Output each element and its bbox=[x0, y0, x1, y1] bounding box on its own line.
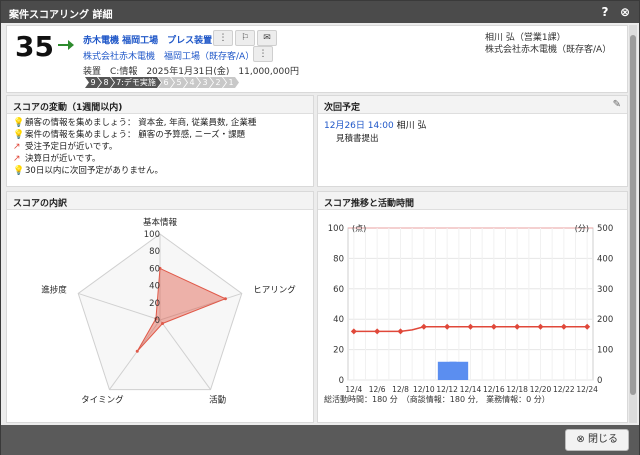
next-schedule-title: 次回予定 bbox=[318, 96, 627, 114]
score-trend-panel: スコア推移と活動時間 100 500 80 400 60 300 40 200 20 100 0 0(… bbox=[317, 191, 628, 423]
next-schedule-panel: 次回予定 ✎ 12月26日 14:00 相川 弘 見積書提出 bbox=[317, 95, 628, 187]
product-info: 装置 C:情報 2025年1月31日(金) 11,000,000円 bbox=[83, 67, 299, 77]
right-tick-label: 100 bbox=[597, 346, 613, 356]
deal-name-link[interactable]: 赤木電機 福岡工場 プレス装置 bbox=[83, 33, 212, 46]
score-change-item: 💡 顧客の情報を集めましょう： 資本金, 年商, 従業員数, 企業種 bbox=[13, 118, 257, 128]
edit-pencil-icon[interactable]: ✎ bbox=[613, 99, 621, 110]
x-tick-label: 12/12 bbox=[436, 385, 458, 394]
mail-icon[interactable]: ✉ bbox=[257, 30, 277, 46]
scrollbar-thumb[interactable] bbox=[630, 35, 636, 395]
score-change-item: ↗ 決算日が近いです。 bbox=[13, 154, 101, 164]
dialog-footer: ⊗ 閉じる bbox=[1, 425, 639, 455]
score-change-item: ↗ 受注予定日が近いです。 bbox=[13, 142, 118, 152]
owner-company: 株式会社赤木電機（既存客/A） bbox=[485, 45, 612, 55]
x-tick-label: 12/16 bbox=[483, 385, 505, 394]
score-change-item: 💡 案件の情報を集めましょう： 顧客の予算感, ニーズ・課題 bbox=[13, 130, 246, 140]
x-tick-label: 12/14 bbox=[460, 385, 482, 394]
left-tick-label: 80 bbox=[333, 254, 344, 264]
close-button[interactable]: ⊗ 閉じる bbox=[565, 429, 629, 451]
trend-chart: 100 50080 40060 30040 20020 1000 0(点) (分)12/4 12… bbox=[328, 224, 613, 394]
dialog-content: 35 赤木電機 福岡工場 プレス装置 ⋮ ⚐ ✉ 株式会社赤木電機 福岡工場（既… bbox=[6, 25, 628, 423]
left-tick-label: 0 bbox=[339, 376, 344, 386]
lightbulb-icon: 💡 bbox=[13, 166, 25, 176]
radar-axis-label: ヒアリング bbox=[253, 285, 296, 296]
x-tick-label: 12/6 bbox=[369, 385, 386, 394]
stage-9: 9 bbox=[85, 77, 101, 88]
trend-arrow-icon: ↗ bbox=[13, 154, 21, 164]
radar-chart: 100 80 60 40 20 0 基本情報ヒアリング活動 タイミング 進捗度 bbox=[41, 217, 296, 405]
radar-tick-label: 100 bbox=[144, 230, 160, 240]
schedule-date[interactable]: 12月26日 14:00 bbox=[324, 121, 394, 131]
radar-tick-label: 0 bbox=[155, 316, 160, 326]
right-unit-label: (分) bbox=[575, 224, 589, 233]
score-changes-panel: スコアの変動（1週間以内) 💡 顧客の情報を集めましょう： 資本金, 年商, 従業… bbox=[6, 95, 314, 187]
x-tick-label: 12/22 bbox=[553, 385, 575, 394]
score-trend-title: スコア推移と活動時間 bbox=[318, 192, 627, 210]
activity-bar-12/13 bbox=[449, 361, 469, 380]
scoring-dialog: 案件スコアリング 詳細 ? ⊗ 35 赤木電機 福岡工場 プレス装置 ⋮ ⚐ ✉… bbox=[0, 0, 640, 455]
x-tick-label: 12/4 bbox=[345, 385, 362, 394]
radar-tick-label: 40 bbox=[149, 282, 160, 292]
right-tick-label: 400 bbox=[597, 254, 613, 264]
right-tick-label: 300 bbox=[597, 285, 613, 295]
trend-arrow-icon: ↗ bbox=[13, 142, 21, 152]
radar-axis-label: 進捗度 bbox=[41, 285, 67, 296]
radar-tick-label: 80 bbox=[149, 247, 160, 257]
score-breakdown-title: スコアの内訳 bbox=[7, 192, 313, 210]
left-tick-label: 60 bbox=[333, 285, 344, 295]
radar-axis-label: 基本情報 bbox=[143, 217, 178, 228]
schedule-task: 見積書提出 bbox=[336, 134, 379, 144]
x-tick-label: 12/18 bbox=[506, 385, 528, 394]
radar-point-3 bbox=[135, 349, 139, 353]
more-menu-icon[interactable]: ⋮ bbox=[213, 30, 233, 46]
left-unit-label: (点) bbox=[352, 224, 366, 233]
vertical-scrollbar[interactable] bbox=[629, 25, 637, 423]
dialog-title: 案件スコアリング 詳細 bbox=[9, 10, 113, 21]
score-breakdown-panel: スコアの内訳 100 80 60 40 20 0 基本情報ヒアリング活動 タイミング 進捗度 bbox=[6, 191, 314, 423]
left-tick-label: 40 bbox=[333, 315, 344, 325]
close-button-label: 閉じる bbox=[588, 434, 618, 445]
lightbulb-icon: 💡 bbox=[13, 130, 25, 140]
right-tick-label: 500 bbox=[597, 224, 613, 234]
left-tick-label: 100 bbox=[328, 224, 344, 234]
x-tick-label: 12/20 bbox=[530, 385, 552, 394]
company-link[interactable]: 株式会社赤木電機 福岡工場（既存客/A） bbox=[83, 49, 254, 62]
lightbulb-icon: 💡 bbox=[13, 118, 25, 128]
deal-header: 35 赤木電機 福岡工場 プレス装置 ⋮ ⚐ ✉ 株式会社赤木電機 福岡工場（既… bbox=[6, 25, 628, 93]
radar-tick-label: 20 bbox=[149, 299, 160, 309]
close-circle-icon: ⊗ bbox=[576, 434, 585, 445]
x-tick-label: 12/8 bbox=[392, 385, 409, 394]
radar-axis-label: タイミング bbox=[81, 394, 124, 405]
schedule-person: 相川 弘 bbox=[396, 121, 427, 131]
score-changes-title: スコアの変動（1週間以内) bbox=[7, 96, 313, 114]
radar-tick-label: 60 bbox=[149, 264, 160, 274]
close-icon[interactable]: ⊗ bbox=[617, 4, 633, 20]
x-tick-label: 12/10 bbox=[413, 385, 435, 394]
stage-7-current: 7:デモ実施 bbox=[111, 77, 161, 88]
left-tick-label: 20 bbox=[333, 346, 344, 356]
radar-point-2 bbox=[161, 321, 165, 325]
x-tick-label: 12/24 bbox=[576, 385, 598, 394]
score-value: 35 bbox=[15, 30, 54, 63]
flag-icon[interactable]: ⚐ bbox=[235, 30, 255, 46]
score-change-item: 💡 30日以内に次回予定がありません。 bbox=[13, 166, 164, 176]
activity-summary: 総活動時間：180 分 （商談情報：180 分, 業務情報：0 分） bbox=[324, 395, 550, 404]
score-up-arrow-icon bbox=[58, 40, 74, 50]
dialog-titlebar: 案件スコアリング 詳細 ? ⊗ bbox=[1, 1, 639, 23]
help-icon[interactable]: ? bbox=[597, 4, 613, 20]
radar-point-1 bbox=[223, 297, 227, 301]
radar-axis-label: 活動 bbox=[209, 394, 226, 405]
right-tick-label: 200 bbox=[597, 315, 613, 325]
company-menu-icon[interactable]: ⋮ bbox=[253, 46, 273, 62]
